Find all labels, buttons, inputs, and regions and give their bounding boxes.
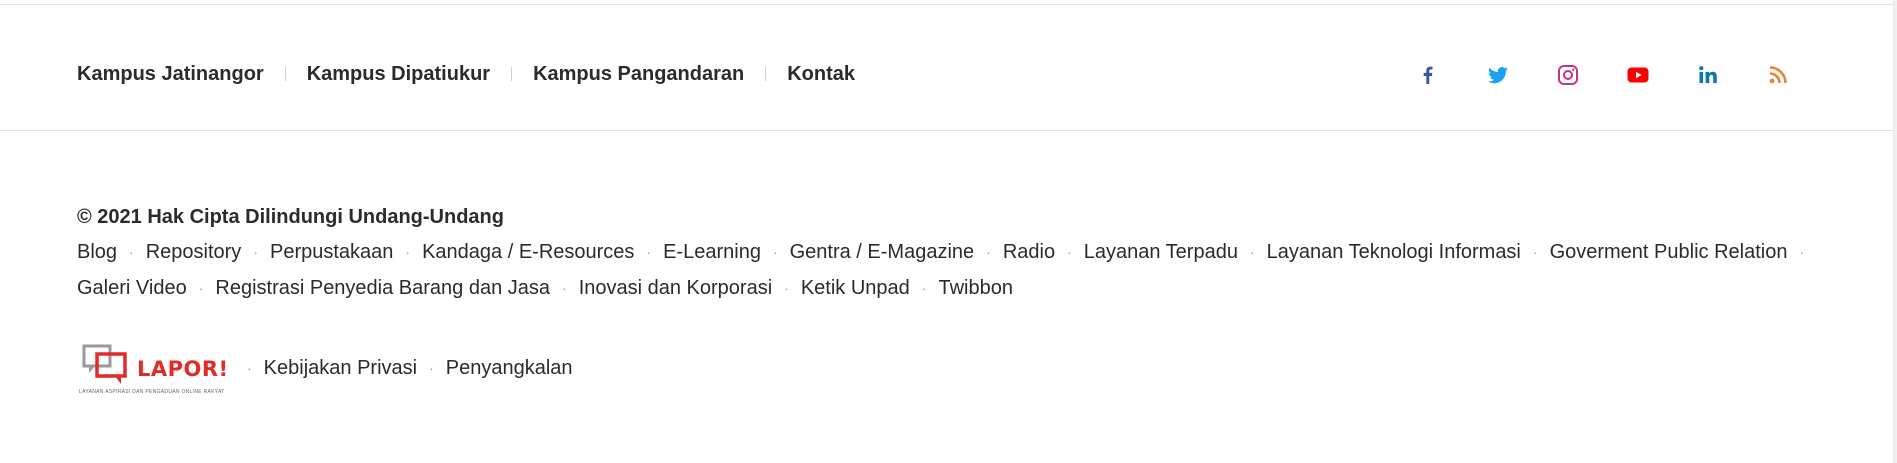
footer-link-repository[interactable]: Repository: [146, 241, 242, 264]
footer-link-blog[interactable]: Blog: [77, 241, 117, 264]
campus-link-jatinangor[interactable]: Kampus Jatinangor: [77, 63, 264, 86]
contact-link[interactable]: Kontak: [787, 63, 855, 86]
campus-bar: Kampus Jatinangor Kampus Dipatiukur Kamp…: [0, 5, 1893, 131]
link-separator: ·: [129, 243, 134, 260]
link-separator: ·: [784, 279, 789, 296]
footer-link-perpustakaan[interactable]: Perpustakaan: [270, 241, 393, 264]
link-separator: ·: [562, 279, 567, 296]
footer-links-row-2: Galeri Video · Registrasi Penyedia Baran…: [77, 277, 1013, 300]
link-separator: ·: [405, 243, 411, 260]
lapor-tagline: LAYANAN ASPIRASI DAN PENGADUAN ONLINE RA…: [79, 389, 225, 395]
facebook-icon[interactable]: [1416, 63, 1440, 87]
link-separator: ·: [1249, 243, 1255, 260]
link-separator: ·: [1067, 243, 1072, 260]
linkedin-icon[interactable]: [1696, 63, 1720, 87]
footer-link-inovasi[interactable]: Inovasi dan Korporasi: [579, 277, 772, 300]
footer-link-galeri-video[interactable]: Galeri Video: [77, 277, 187, 300]
link-separator: ·: [772, 243, 778, 260]
link-separator: ·: [646, 243, 652, 260]
link-separator: ·: [247, 359, 252, 376]
nav-separator: [284, 67, 286, 81]
link-separator: ·: [1799, 243, 1805, 260]
campus-nav: Kampus Jatinangor Kampus Dipatiukur Kamp…: [77, 56, 855, 92]
footer-link-gpr[interactable]: Goverment Public Relation: [1550, 241, 1788, 264]
footer-link-layanan-ti[interactable]: Layanan Teknologi Informasi: [1267, 241, 1521, 264]
social-links: [1416, 57, 1796, 91]
footer-link-radio[interactable]: Radio: [1003, 241, 1055, 264]
campus-link-pangandaran[interactable]: Kampus Pangandaran: [533, 63, 744, 86]
link-separator: ·: [921, 279, 927, 296]
link-separator: ·: [429, 359, 434, 376]
footer-links-row-1: Blog · Repository · Perpustakaan · Kanda…: [77, 241, 1816, 264]
lapor-wordmark: LAPOR!: [137, 357, 229, 381]
footer-link-ketik-unpad[interactable]: Ketik Unpad: [801, 277, 910, 300]
privacy-policy-link[interactable]: Kebijakan Privasi: [264, 357, 417, 380]
footer-link-twibbon[interactable]: Twibbon: [938, 277, 1013, 300]
footer-link-gentra[interactable]: Gentra / E-Magazine: [790, 241, 975, 264]
scrollbar-edge: [1893, 0, 1897, 463]
nav-separator: [765, 67, 767, 81]
twitter-icon[interactable]: [1486, 63, 1510, 87]
disclaimer-link[interactable]: Penyangkalan: [446, 357, 573, 380]
footer-link-elearning[interactable]: E-Learning: [663, 241, 761, 264]
footer-link-registrasi[interactable]: Registrasi Penyedia Barang dan Jasa: [215, 277, 550, 300]
link-separator: ·: [986, 243, 991, 260]
link-separator: ·: [1532, 243, 1538, 260]
link-separator: ·: [253, 243, 258, 260]
legal-links: · Kebijakan Privasi · Penyangkalan: [235, 357, 573, 380]
copyright-text: © 2021 Hak Cipta Dilindungi Undang-Undan…: [77, 206, 504, 228]
nav-separator: [511, 67, 513, 81]
footer-link-layanan-terpadu[interactable]: Layanan Terpadu: [1084, 241, 1238, 264]
campus-link-dipatiukur[interactable]: Kampus Dipatiukur: [307, 63, 490, 86]
instagram-icon[interactable]: [1556, 63, 1580, 87]
rss-icon[interactable]: [1766, 63, 1790, 87]
footer-link-kandaga[interactable]: Kandaga / E-Resources: [422, 241, 634, 264]
lapor-logo[interactable]: LAPOR! LAYANAN ASPIRASI DAN PENGADUAN ON…: [77, 344, 228, 398]
link-separator: ·: [198, 279, 204, 296]
youtube-icon[interactable]: [1626, 63, 1650, 87]
